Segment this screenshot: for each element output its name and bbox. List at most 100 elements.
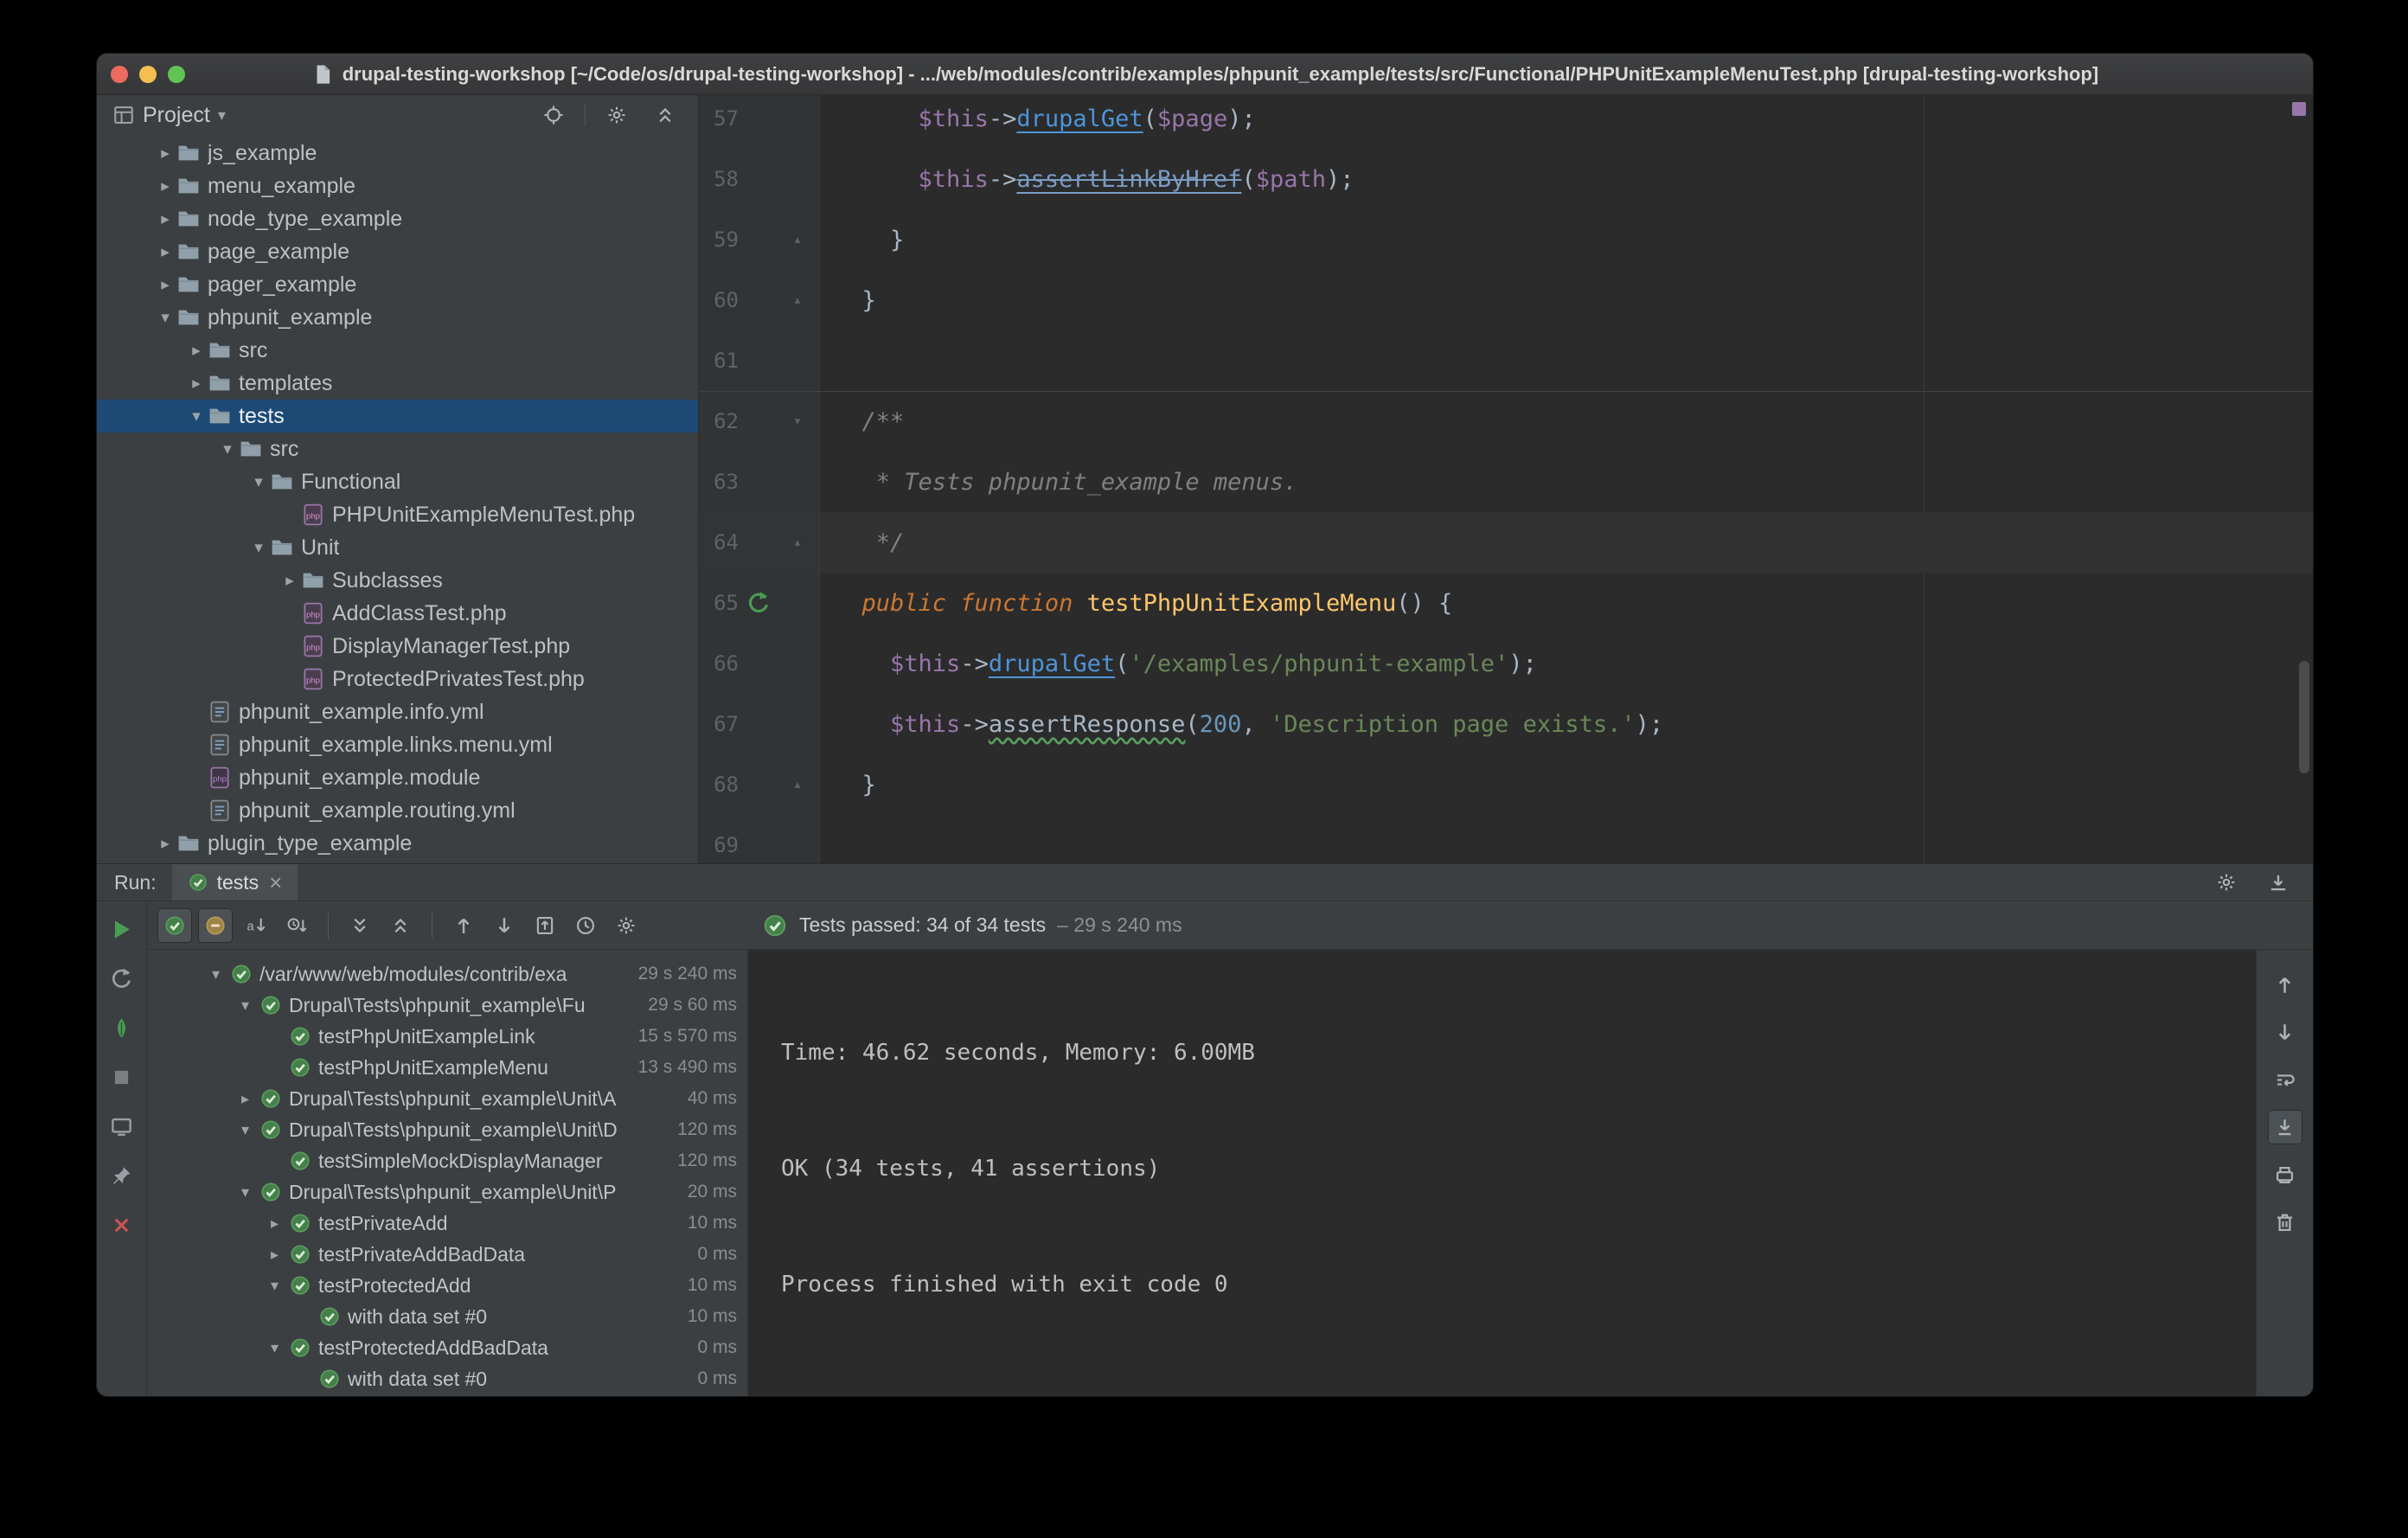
editor-line-69[interactable]: 69 [699,815,2313,863]
chevron-right-icon[interactable]: ▸ [154,834,176,854]
project-tree-item-plugin_type_example[interactable]: ▸ plugin_type_example [97,827,698,860]
rerun-tests-button[interactable] [105,912,139,946]
test-tree-item[interactable]: testSimpleMockDisplayManager 120 ms [147,1145,747,1176]
test-tree-item[interactable]: ▾ Drupal\Tests\phpunit_example\Fu 29 s 60 … [147,990,747,1021]
editor[interactable]: 57 $this->drupalGet($page); 58 $this->ass… [699,95,2313,863]
test-tree-item[interactable]: ▸ Drupal\Tests\phpunit_example\Unit\A 40 m… [147,1083,747,1114]
print-button[interactable] [2268,1157,2302,1192]
stop-button[interactable] [105,1060,139,1094]
project-tree-item-PHPUnitExampleMenuTest.php[interactable]: php PHPUnitExampleMenuTest.php [97,498,698,531]
project-tree-item-menu_example[interactable]: ▸ menu_example [97,170,698,202]
toggle-auto-test-button[interactable] [105,1010,139,1045]
chevron-down-icon[interactable]: ▾ [260,1277,289,1295]
error-stripe-mark[interactable] [2292,102,2306,116]
soft-wrap-button[interactable] [2268,1062,2302,1097]
editor-scrollbar-thumb[interactable] [2299,661,2309,773]
project-tree-item-Unit[interactable]: ▾ Unit [97,531,698,564]
editor-line-59[interactable]: 59 ▴ } [699,209,2313,270]
settings-button[interactable] [599,98,634,132]
previous-failed-test-button[interactable] [446,908,481,943]
clear-console-button[interactable] [2268,1205,2302,1240]
collapse-all-button[interactable] [648,98,682,132]
test-tree-item[interactable]: ▾ Drupal\Tests\phpunit_example\Unit\D 120 … [147,1114,747,1145]
test-tree-item[interactable]: with data set #0 0 ms [147,1363,747,1394]
chevron-down-icon[interactable]: ▾ [218,106,226,125]
chevron-right-icon[interactable]: ▸ [154,275,176,295]
project-tree-item-phpunit_example[interactable]: ▾ phpunit_example [97,301,698,334]
hide-window-button[interactable] [2261,865,2296,900]
next-failed-test-button[interactable] [487,908,522,943]
test-tree-item[interactable]: ▾ Drupal\Tests\phpunit_example\Unit\P 20 m… [147,1176,747,1208]
chevron-down-icon[interactable]: ▾ [202,965,230,984]
project-tree-item-src[interactable]: ▾ src [97,433,698,465]
editor-line-66[interactable]: 66 $this->drupalGet('/examples/phpunit-e… [699,633,2313,694]
settings-button[interactable] [2209,865,2244,900]
chevron-down-icon[interactable]: ▾ [185,407,208,426]
scroll-down-button[interactable] [2268,1015,2302,1049]
fold-marker-icon[interactable]: ▴ [793,777,802,792]
test-tree-item[interactable]: with data set #0 10 ms [147,1301,747,1332]
fold-marker-icon[interactable]: ▴ [793,232,802,247]
project-tree-item-phpunit_example.info.yml[interactable]: phpunit_example.info.yml [97,695,698,728]
show-passed-button[interactable] [157,907,192,943]
test-tree-item[interactable]: ▾ testProtectedAddBadData 0 ms [147,1332,747,1363]
chevron-right-icon[interactable]: ▸ [154,176,176,196]
project-tree-item-Subclasses[interactable]: ▸ Subclasses [97,564,698,597]
test-tree-item[interactable]: ▸ testPrivateAdd 10 ms [147,1208,747,1239]
editor-line-65[interactable]: 65 public function testPhpUnitExampleMen… [699,573,2313,633]
chevron-down-icon[interactable]: ▾ [231,996,259,1015]
editor-line-68[interactable]: 68 ▴ } [699,754,2313,815]
chevron-right-icon[interactable]: ▸ [260,1214,289,1233]
project-tree-item-js_example[interactable]: ▸ js_example [97,137,698,170]
fold-marker-icon[interactable]: ▴ [793,535,802,550]
tab-tests[interactable]: tests × [171,864,298,900]
chevron-right-icon[interactable]: ▸ [231,1090,259,1108]
test-tree-item[interactable]: ▾/var/www/web/modules/contrib/exa 29 s 24… [147,958,747,990]
project-tree-item-phpunit_example.routing.yml[interactable]: phpunit_example.routing.yml [97,794,698,827]
chevron-right-icon[interactable]: ▸ [185,374,208,394]
project-tree-item-tests[interactable]: ▾ tests [97,400,698,433]
zoom-window-button[interactable] [168,65,185,83]
chevron-down-icon[interactable]: ▾ [260,1339,289,1357]
project-tree-item-AddClassTest.php[interactable]: php AddClassTest.php [97,597,698,630]
project-tree-item-DisplayManagerTest.php[interactable]: php DisplayManagerTest.php [97,630,698,663]
chevron-down-icon[interactable]: ▾ [154,308,176,328]
close-tab-icon[interactable]: × [269,871,282,894]
fold-marker-icon[interactable]: ▾ [793,413,802,429]
options-button[interactable] [609,908,644,943]
scroll-to-end-button[interactable] [2267,1110,2302,1144]
test-console[interactable]: Time: 46.62 seconds, Memory: 6.00MB OK (3… [748,950,2256,1396]
chevron-down-icon[interactable]: ▾ [231,1121,259,1139]
chevron-right-icon[interactable]: ▸ [154,242,176,262]
rerun-failed-tests-button[interactable] [105,961,139,996]
editor-line-64[interactable]: 64 ▴ */ [699,512,2313,573]
editor-line-57[interactable]: 57 $this->drupalGet($page); [699,95,2313,149]
collapse-all-button[interactable] [383,908,418,943]
test-tree-item[interactable]: testPhpUnitExampleLink 15 s 570 ms [147,1021,747,1052]
chevron-right-icon[interactable]: ▸ [185,341,208,361]
chevron-down-icon[interactable]: ▾ [247,472,270,492]
project-tree-item-templates[interactable]: ▸ templates [97,367,698,400]
pin-tab-button[interactable] [105,1158,139,1193]
sort-alphabetically-button[interactable]: a [239,908,273,943]
show-console-button[interactable] [105,1109,139,1144]
test-history-button[interactable] [568,908,603,943]
chevron-down-icon[interactable]: ▾ [216,439,239,459]
close-button[interactable] [105,1208,139,1242]
editor-line-63[interactable]: 63 * Tests phpunit_example menus. [699,452,2313,512]
test-tree-item[interactable]: ▾ testProtectedAdd 10 ms [147,1270,747,1301]
run-test-icon[interactable] [746,591,771,615]
chevron-right-icon[interactable]: ▸ [154,144,176,163]
test-tree-item[interactable]: ▸ testPrivateAddBadData 0 ms [147,1239,747,1270]
project-tree-item-page_example[interactable]: ▸ page_example [97,235,698,268]
test-tree-item[interactable]: testPhpUnitExampleMenu 13 s 490 ms [147,1052,747,1083]
select-opened-file-button[interactable] [536,98,571,132]
show-ignored-button[interactable] [198,907,233,943]
scroll-up-button[interactable] [2268,967,2302,1002]
project-tree-item-phpunit_example.module[interactable]: php phpunit_example.module [97,761,698,794]
minimize-window-button[interactable] [139,65,157,83]
chevron-right-icon[interactable]: ▸ [154,209,176,229]
fold-marker-icon[interactable]: ▴ [793,292,802,308]
editor-line-60[interactable]: 60 ▴ } [699,270,2313,330]
chevron-down-icon[interactable]: ▾ [231,1183,259,1202]
